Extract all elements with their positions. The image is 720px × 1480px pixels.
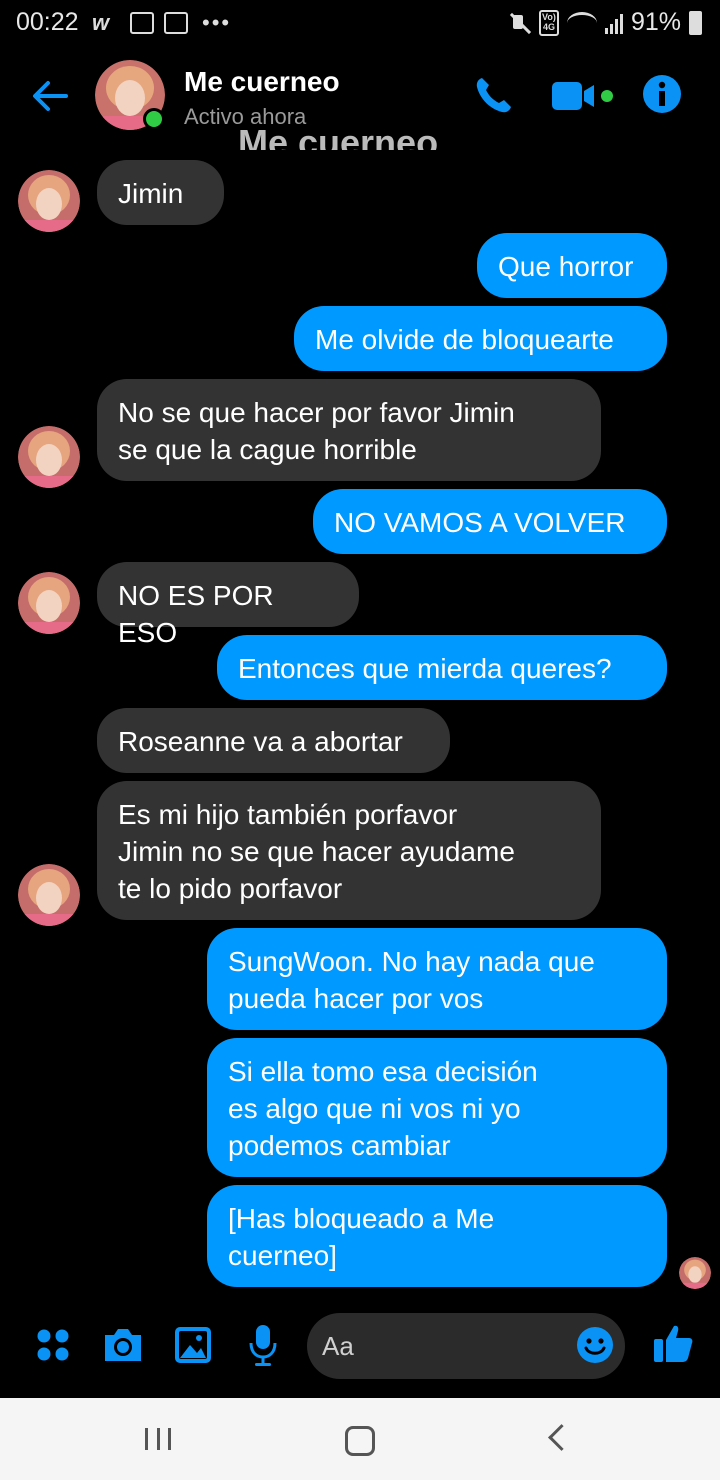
signal-icon	[604, 12, 623, 34]
gallery-icon[interactable]	[174, 1326, 212, 1364]
thumbs-up-icon[interactable]	[652, 1322, 694, 1364]
info-icon[interactable]	[642, 74, 682, 114]
home-icon[interactable]	[345, 1426, 375, 1456]
outgoing-message[interactable]: Me olvide de bloquearte	[294, 306, 667, 371]
sender-avatar[interactable]	[18, 864, 80, 926]
outgoing-message[interactable]: Entonces que mierda queres?	[217, 635, 667, 700]
status-time: 00:22	[16, 8, 79, 36]
mute-icon	[509, 12, 531, 34]
status-bar: 00:22 w ••• Vo) 4G 91%	[0, 0, 720, 44]
phone-call-icon[interactable]	[473, 74, 515, 116]
outgoing-message[interactable]: SungWoon. No hay nada que pueda hacer po…	[207, 928, 667, 1030]
battery-icon	[689, 10, 702, 35]
mail-icon	[164, 12, 188, 34]
incoming-message[interactable]: Roseanne va a abortar	[97, 708, 450, 773]
active-status: Activo ahora	[184, 104, 307, 129]
back-arrow-icon[interactable]	[30, 76, 70, 116]
w-app-icon: w	[92, 10, 110, 35]
emoji-icon[interactable]	[576, 1326, 614, 1364]
battery-percent: 91%	[630, 8, 681, 36]
message-input-placeholder: Aa	[322, 1331, 354, 1361]
outgoing-message[interactable]: NO VAMOS A VOLVER	[313, 489, 667, 554]
gallery-icon	[130, 12, 154, 34]
system-nav-bar	[0, 1398, 720, 1480]
volte-4g-icon: Vo) 4G	[538, 9, 559, 36]
sender-avatar[interactable]	[18, 426, 80, 488]
online-indicator	[143, 108, 165, 130]
camera-icon[interactable]	[101, 1325, 145, 1365]
microphone-icon[interactable]	[247, 1323, 279, 1367]
chat-header: Me cuerneo Activo ahora	[0, 56, 720, 136]
sender-avatar[interactable]	[18, 572, 80, 634]
incoming-message[interactable]: Jimin	[97, 160, 224, 225]
outgoing-message[interactable]: Si ella tomo esa decisión es algo que ni…	[207, 1038, 667, 1177]
system-icons: Vo) 4G 91%	[509, 8, 702, 37]
outgoing-message[interactable]: Que horror	[477, 233, 667, 298]
wifi-icon	[566, 11, 597, 34]
back-icon[interactable]	[548, 1424, 575, 1451]
sender-avatar[interactable]	[18, 170, 80, 232]
recents-icon[interactable]	[145, 1428, 171, 1450]
incoming-message[interactable]: Es mi hijo también porfavor Jimin no se …	[97, 781, 601, 920]
contact-name[interactable]: Me cuerneo	[184, 66, 340, 98]
seen-avatar	[679, 1257, 711, 1289]
notification-icons: w •••	[92, 10, 231, 36]
truncated-heading: Me cuerneo	[238, 128, 439, 150]
more-apps-icon[interactable]	[36, 1328, 70, 1362]
incoming-message[interactable]: No se que hacer por favor Jimin se que l…	[97, 379, 601, 481]
video-call-icon[interactable]	[550, 78, 616, 114]
outgoing-message[interactable]: [Has bloqueado a Me cuerneo]	[207, 1185, 667, 1287]
incoming-message[interactable]: NO ES POR ESO	[97, 562, 359, 648]
more-dots-icon: •••	[202, 10, 232, 35]
